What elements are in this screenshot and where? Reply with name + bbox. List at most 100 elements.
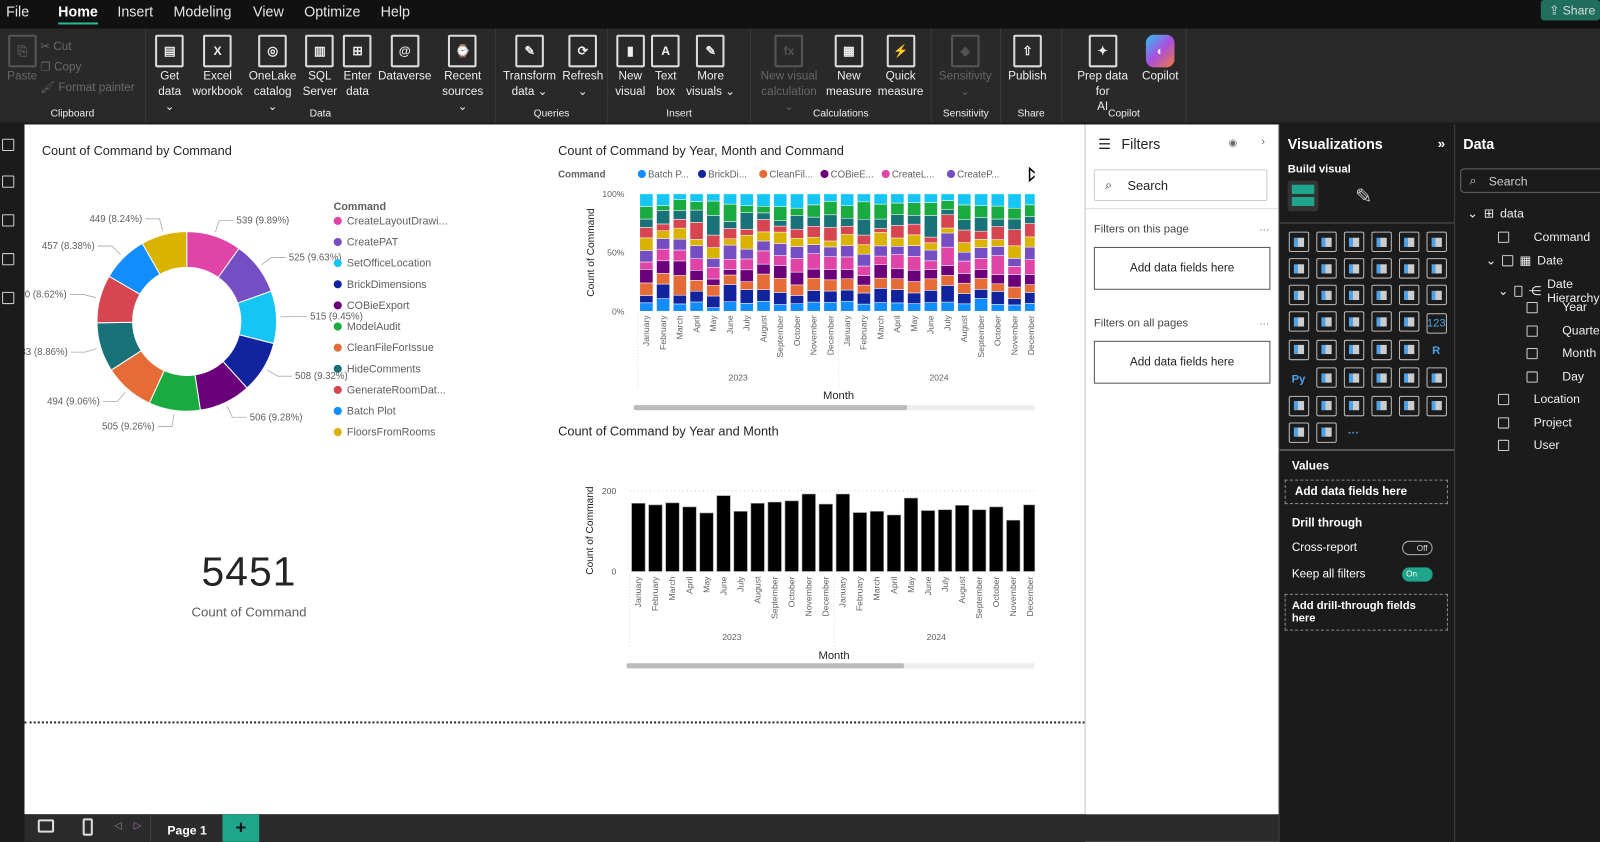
field-data-fields-0[interactable]: Command bbox=[1497, 230, 1590, 244]
stacked-segment[interactable] bbox=[924, 193, 938, 203]
stacked-segment[interactable] bbox=[656, 210, 670, 225]
stacked-segment[interactable] bbox=[974, 205, 988, 218]
stacked-segment[interactable] bbox=[656, 273, 670, 285]
line-visual-icon[interactable] bbox=[1288, 258, 1309, 279]
column-bar[interactable] bbox=[835, 493, 850, 572]
stacked-segment[interactable] bbox=[1007, 229, 1022, 247]
stacked-segment[interactable] bbox=[957, 251, 972, 262]
quick-filter-visual-icon[interactable] bbox=[1398, 395, 1419, 416]
chevron-down-icon[interactable]: ⌄ bbox=[1498, 284, 1508, 298]
stacked-segment[interactable] bbox=[806, 237, 821, 245]
key-influencers-visual-icon[interactable] bbox=[1315, 367, 1337, 388]
stacked-segment[interactable] bbox=[974, 269, 988, 279]
stacked-segment[interactable] bbox=[823, 269, 838, 281]
field-checkbox[interactable] bbox=[1497, 231, 1510, 243]
stacked-segment[interactable] bbox=[689, 301, 704, 312]
legend-item[interactable]: CleanFil... bbox=[769, 170, 813, 181]
stacked-segment[interactable] bbox=[673, 275, 687, 296]
stacked-column-chart[interactable]: Command Batch P... BrickDi... CleanFil... CO… bbox=[535, 163, 1035, 413]
stacked-segment[interactable] bbox=[706, 215, 721, 236]
scrollbar-thumb[interactable] bbox=[626, 663, 905, 669]
card-visual-icon[interactable]: 123 bbox=[1426, 312, 1447, 334]
stacked-segment[interactable] bbox=[857, 234, 871, 245]
field-data-fields-7[interactable]: Location bbox=[1497, 392, 1580, 406]
column-bar[interactable] bbox=[989, 506, 1004, 572]
stacked-segment[interactable] bbox=[990, 283, 1005, 292]
stacked-segment[interactable] bbox=[773, 304, 788, 312]
column-bar[interactable] bbox=[648, 504, 663, 572]
prev-page-icon[interactable]: ◁ bbox=[114, 820, 122, 831]
collapse-filters-icon[interactable]: › bbox=[1261, 136, 1265, 148]
stacked-segment[interactable] bbox=[940, 246, 955, 266]
ribbon-visual-icon[interactable] bbox=[1288, 284, 1309, 306]
stacked-segment[interactable] bbox=[890, 246, 905, 255]
stacked-segment[interactable] bbox=[723, 301, 737, 312]
stacked-segment[interactable] bbox=[990, 255, 1005, 275]
filled-map-visual-icon[interactable] bbox=[1343, 311, 1364, 332]
stacked-segment[interactable] bbox=[990, 291, 1005, 305]
stacked-segment[interactable] bbox=[1007, 207, 1022, 220]
stacked-segment[interactable] bbox=[739, 269, 754, 282]
stacked-segment[interactable] bbox=[890, 193, 905, 204]
decomposition-tree-visual-icon[interactable] bbox=[1343, 367, 1364, 388]
legend-next-icon[interactable] bbox=[1028, 166, 1035, 183]
legend-item[interactable]: COBieE... bbox=[831, 170, 874, 181]
stacked-segment[interactable] bbox=[689, 280, 704, 292]
stacked-segment[interactable] bbox=[806, 290, 821, 303]
stacked-segment[interactable] bbox=[957, 219, 972, 231]
field-checkbox[interactable] bbox=[1502, 254, 1514, 266]
stacked-segment[interactable] bbox=[756, 193, 771, 207]
stacked-segment[interactable] bbox=[790, 215, 804, 230]
stacked-segment[interactable] bbox=[673, 303, 687, 312]
stacked-segment[interactable] bbox=[689, 245, 704, 259]
stacked-segment[interactable] bbox=[723, 203, 737, 222]
stacked-segment[interactable] bbox=[873, 277, 888, 289]
stacked-segment[interactable] bbox=[773, 265, 788, 279]
stacked-segment[interactable] bbox=[806, 301, 821, 312]
stacked-segment[interactable] bbox=[673, 238, 687, 251]
stacked-segment[interactable] bbox=[1007, 245, 1022, 259]
stacked-segment[interactable] bbox=[756, 219, 771, 233]
stacked-segment[interactable] bbox=[1024, 246, 1035, 260]
expand-viz-icon[interactable]: » bbox=[1438, 136, 1445, 151]
stacked-segment[interactable] bbox=[756, 301, 771, 312]
column-bar[interactable] bbox=[801, 493, 816, 572]
stacked-segment[interactable] bbox=[857, 275, 871, 286]
stacked-segment[interactable] bbox=[873, 203, 888, 220]
stacked-segment[interactable] bbox=[974, 230, 988, 240]
menu-tab-home[interactable]: Home bbox=[58, 3, 98, 25]
stacked-segment[interactable] bbox=[639, 218, 654, 228]
stacked-segment[interactable] bbox=[924, 290, 938, 303]
stacked-segment[interactable] bbox=[673, 294, 687, 305]
stacked-segment[interactable] bbox=[890, 202, 905, 215]
stacked-segment[interactable] bbox=[739, 212, 754, 230]
stacked-segment[interactable] bbox=[890, 278, 905, 290]
chevron-down-icon[interactable]: ⌄ bbox=[1486, 253, 1496, 267]
pie-visual-icon[interactable] bbox=[1398, 284, 1419, 306]
column-bar[interactable] bbox=[818, 503, 833, 572]
qa-visual-icon[interactable] bbox=[1370, 367, 1392, 388]
clustered-bar-visual-icon[interactable] bbox=[1343, 231, 1364, 253]
field-data-fields-6[interactable]: Day bbox=[1526, 369, 1584, 384]
stacked-segment[interactable] bbox=[840, 245, 855, 258]
paginated-visual-icon[interactable] bbox=[1288, 395, 1309, 416]
field-checkbox[interactable] bbox=[1514, 285, 1523, 297]
stacked-segment[interactable] bbox=[1024, 284, 1035, 293]
stacked-segment[interactable] bbox=[974, 239, 988, 248]
slicer-visual-icon[interactable] bbox=[1343, 339, 1364, 360]
more-visual-icon[interactable]: ··· bbox=[1343, 423, 1363, 443]
donut-visual-icon[interactable] bbox=[1426, 284, 1447, 306]
stacked-segment[interactable] bbox=[739, 205, 754, 213]
column-bar[interactable] bbox=[852, 512, 867, 572]
stacked-segment[interactable] bbox=[739, 289, 754, 304]
stacked-segment[interactable] bbox=[823, 256, 838, 270]
stacked-segment[interactable] bbox=[873, 218, 888, 229]
stacked-segment[interactable] bbox=[790, 258, 804, 273]
stacked-segment[interactable] bbox=[890, 237, 905, 247]
legend-item[interactable]: CreatePAT bbox=[347, 237, 399, 249]
stacked-segment[interactable] bbox=[957, 193, 972, 206]
stacked-segment[interactable] bbox=[990, 274, 1005, 285]
stacked-segment[interactable] bbox=[924, 242, 938, 251]
stacked-segment[interactable] bbox=[924, 236, 938, 244]
legend-item[interactable]: BrickDi... bbox=[708, 170, 747, 181]
